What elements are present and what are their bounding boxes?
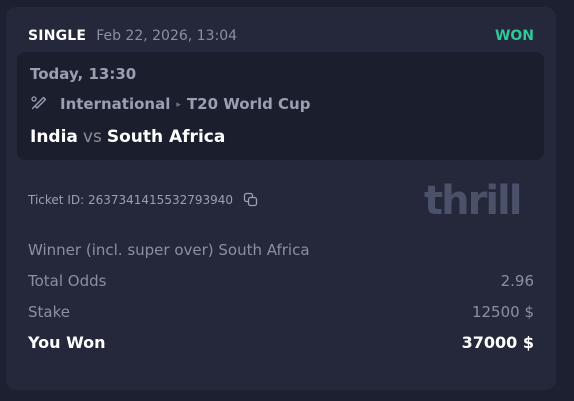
total-odds-row: Total Odds 2.96 — [28, 272, 534, 290]
vs-label: vs — [82, 127, 102, 147]
placed-at-timestamp: Feb 22, 2026, 13:04 — [96, 28, 238, 44]
ticket-id-label: Ticket ID: — [28, 192, 85, 207]
event-tournament: T20 World Cup — [186, 95, 311, 113]
event-league-row: International ▸ T20 World Cup — [30, 95, 310, 113]
thrill-logo: thrill — [424, 178, 522, 224]
selection-row: Winner (incl. super over) South Africa — [28, 241, 534, 259]
event-info-box[interactable]: Today, 13:30 International ▸ T20 World C… — [17, 52, 544, 160]
ticket-id-value: 2637341415532793940 — [87, 192, 234, 207]
event-match: India vs South Africa — [30, 127, 225, 147]
ticket-id-row: Ticket ID: 2637341415532793940 — [28, 192, 258, 207]
event-time: Today, 13:30 — [30, 65, 137, 83]
bet-card: SINGLE Feb 22, 2026, 13:04 WON Today, 13… — [6, 7, 556, 390]
stake-value: 12500 $ — [471, 303, 534, 321]
you-won-row: You Won 37000 $ — [28, 333, 534, 352]
total-odds-label: Total Odds — [28, 272, 107, 290]
cricket-icon — [31, 96, 47, 110]
stake-label: Stake — [28, 303, 70, 321]
stake-row: Stake 12500 $ — [28, 303, 534, 321]
home-team: India — [30, 127, 78, 147]
you-won-value: 37000 $ — [461, 333, 534, 352]
status-badge: WON — [494, 28, 534, 44]
chevron-right-icon: ▸ — [176, 100, 181, 110]
copy-icon[interactable] — [243, 192, 258, 207]
event-category: International — [60, 95, 171, 113]
total-odds-value: 2.96 — [500, 272, 534, 290]
bet-type-label: SINGLE — [28, 28, 87, 44]
selection-text: Winner (incl. super over) South Africa — [28, 241, 310, 259]
bet-header: SINGLE Feb 22, 2026, 13:04 WON — [28, 26, 534, 46]
away-team: South Africa — [106, 127, 226, 147]
you-won-label: You Won — [28, 333, 106, 352]
